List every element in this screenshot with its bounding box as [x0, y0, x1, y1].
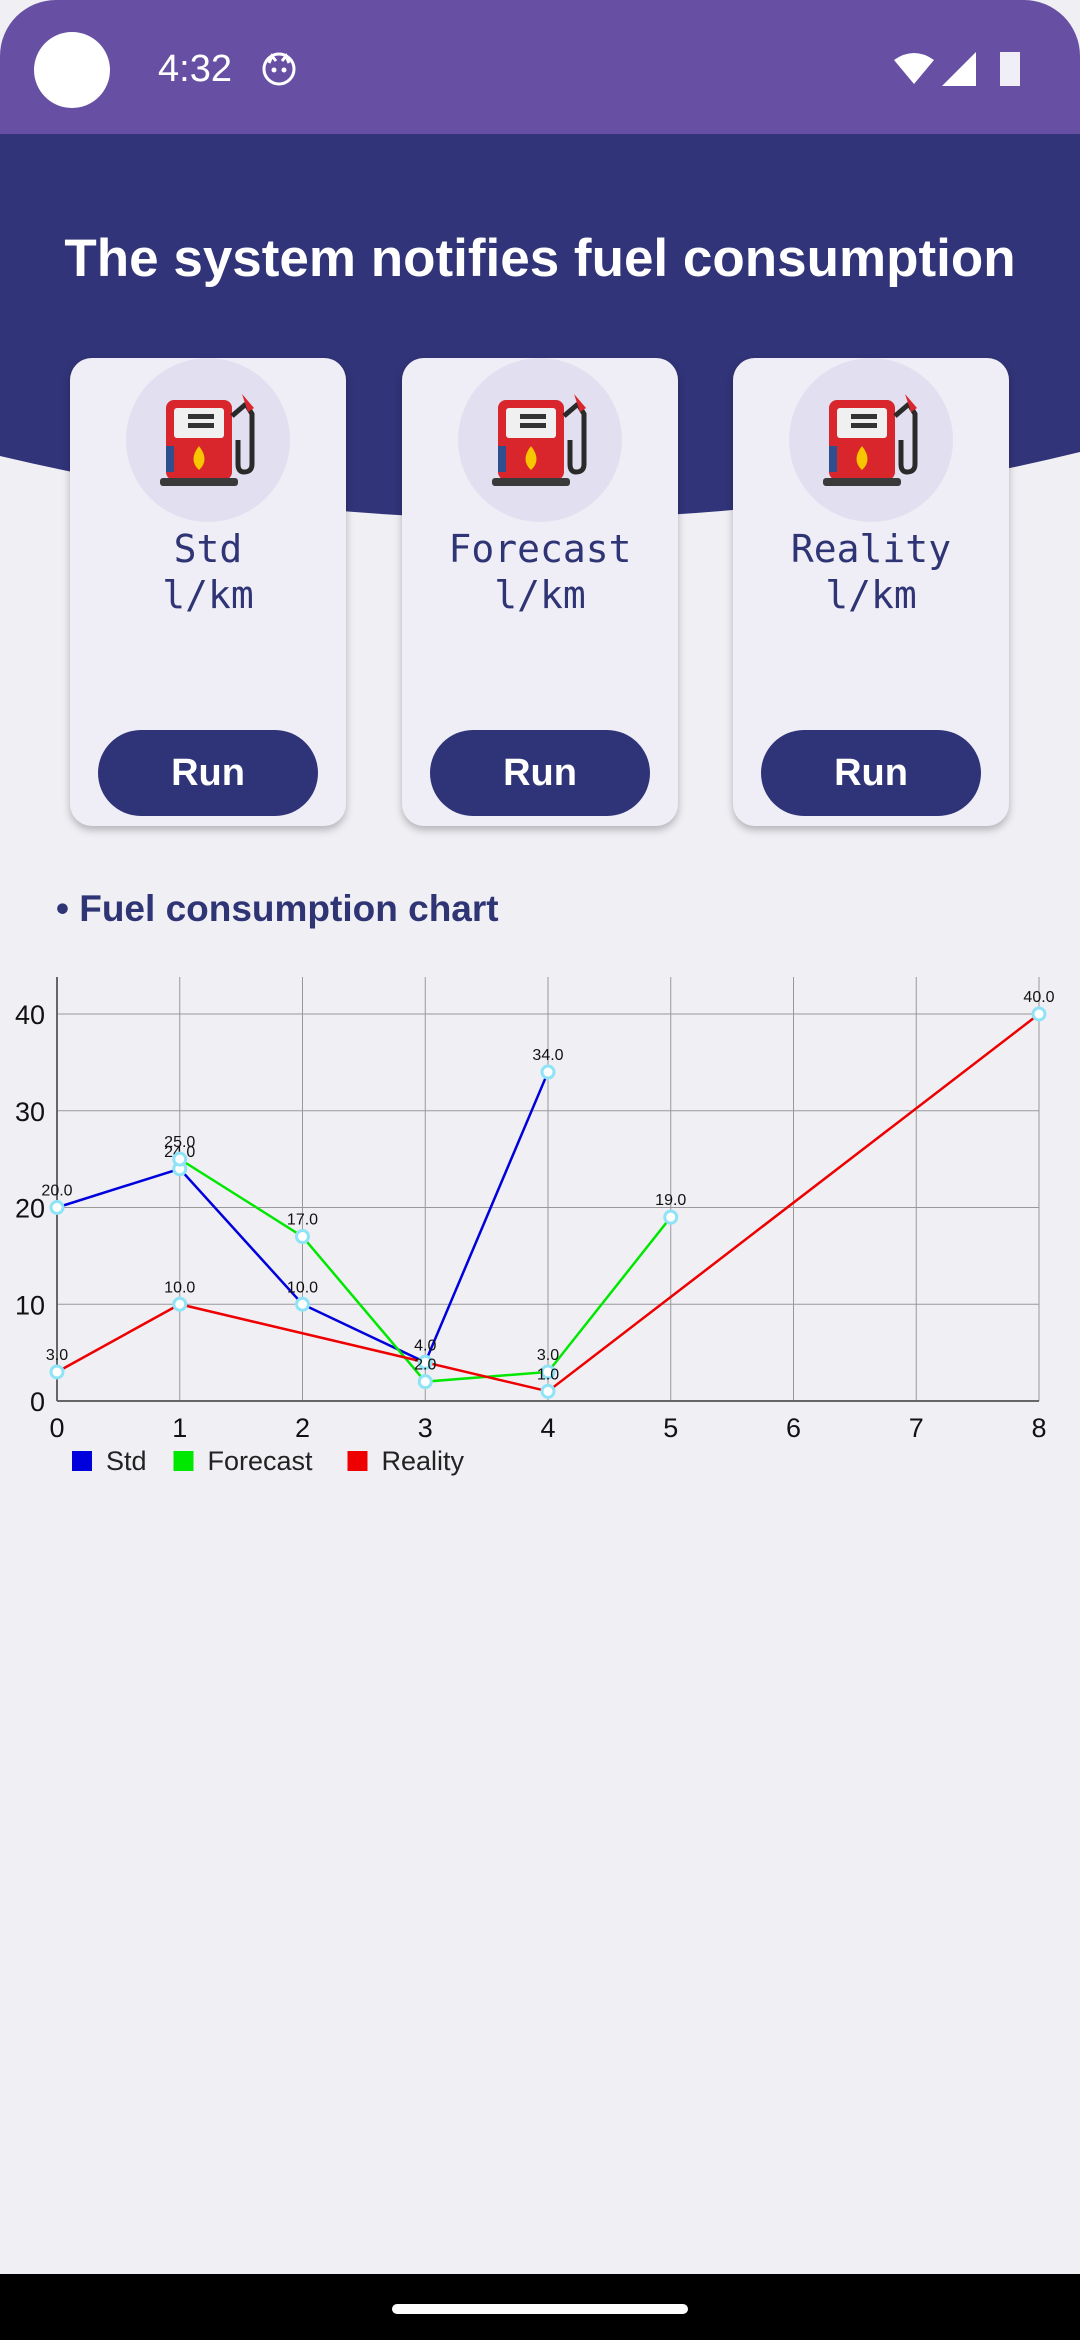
x-tick-label: 2 — [295, 1413, 310, 1443]
data-point-reality — [172, 1296, 188, 1312]
data-label-forecast: 2.0 — [414, 1357, 436, 1374]
page-title: The system notifies fuel consumption — [64, 229, 1016, 288]
fuel-pump-icon — [823, 394, 918, 486]
fuel-pump-icon — [492, 394, 587, 486]
run-button-std[interactable]: Run — [98, 730, 318, 816]
fuel-pump-icon-circle — [789, 358, 953, 522]
data-point-std — [49, 1200, 65, 1215]
x-tick-label: 8 — [1031, 1413, 1046, 1443]
y-tick-label: 0 — [30, 1387, 45, 1417]
battery-icon — [1000, 52, 1020, 86]
x-tick-label: 0 — [49, 1413, 64, 1443]
card-label-reality: Reality l/km — [790, 527, 952, 617]
x-tick-label: 1 — [172, 1413, 187, 1443]
run-button-reality[interactable]: Run — [761, 730, 981, 816]
data-point-std — [540, 1064, 556, 1080]
data-label-forecast: 3.0 — [537, 1347, 559, 1364]
x-tick-label: 5 — [663, 1413, 678, 1443]
data-label-reality: 40.0 — [1023, 989, 1054, 1006]
card-std: Std l/km Run — [70, 358, 346, 826]
x-tick-label: 6 — [786, 1413, 801, 1443]
data-label-forecast: 19.0 — [655, 1192, 686, 1209]
data-point-reality — [540, 1383, 556, 1399]
legend-swatch-std — [72, 1451, 92, 1471]
fuel-pump-icon-circle — [458, 358, 622, 522]
y-tick-label: 30 — [15, 1097, 45, 1127]
data-point-reality — [1031, 1006, 1047, 1022]
legend-label-forecast: Forecast — [208, 1446, 314, 1476]
card-forecast: Forecast l/km Run — [402, 358, 678, 826]
y-tick-label: 10 — [15, 1290, 45, 1320]
fuel-consumption-chart: 01234567801020304020.024.010.04.034.025.… — [15, 977, 1055, 1476]
card-reality: Reality l/km Run — [733, 358, 1009, 826]
legend-swatch-forecast — [173, 1451, 194, 1471]
x-tick-label: 3 — [418, 1413, 433, 1443]
data-point-forecast — [663, 1209, 679, 1225]
section-title: • Fuel consumption chart — [56, 888, 499, 929]
notification-face-icon — [262, 52, 296, 86]
status-time: 4:32 — [158, 48, 232, 90]
data-label-forecast: 25.0 — [164, 1134, 195, 1151]
wifi-icon — [894, 53, 934, 84]
data-label-std: 10.0 — [287, 1279, 318, 1296]
camera-cutout — [34, 32, 110, 108]
status-bar: 4:32 — [0, 0, 1080, 136]
data-label-forecast: 17.0 — [287, 1212, 318, 1229]
run-button-forecast[interactable]: Run — [430, 730, 650, 816]
data-label-std: 4.0 — [414, 1337, 436, 1354]
fuel-pump-icon — [160, 394, 255, 486]
home-gesture-handle[interactable] — [392, 2304, 688, 2314]
data-point-forecast — [417, 1374, 433, 1390]
data-point-std — [295, 1296, 310, 1312]
card-label-forecast: Forecast l/km — [448, 527, 632, 617]
data-label-reality: 3.0 — [46, 1347, 68, 1364]
signal-icon — [942, 52, 976, 86]
fuel-pump-icon-circle — [126, 358, 290, 522]
x-tick-label: 4 — [540, 1413, 555, 1443]
data-point-forecast — [295, 1229, 310, 1245]
y-tick-label: 40 — [15, 1000, 45, 1030]
legend-swatch-reality — [347, 1451, 368, 1471]
legend-label-std: Std — [106, 1446, 147, 1476]
data-label-std: 20.0 — [41, 1183, 72, 1200]
data-label-reality: 10.0 — [164, 1279, 195, 1296]
data-point-forecast — [172, 1151, 188, 1167]
data-label-reality: 1.0 — [537, 1366, 559, 1383]
legend-label-reality: Reality — [382, 1446, 465, 1476]
status-icons — [894, 52, 1020, 86]
x-tick-label: 7 — [909, 1413, 924, 1443]
data-label-std: 34.0 — [532, 1047, 563, 1064]
card-label-std: Std l/km — [162, 527, 254, 617]
data-point-reality — [49, 1364, 65, 1380]
